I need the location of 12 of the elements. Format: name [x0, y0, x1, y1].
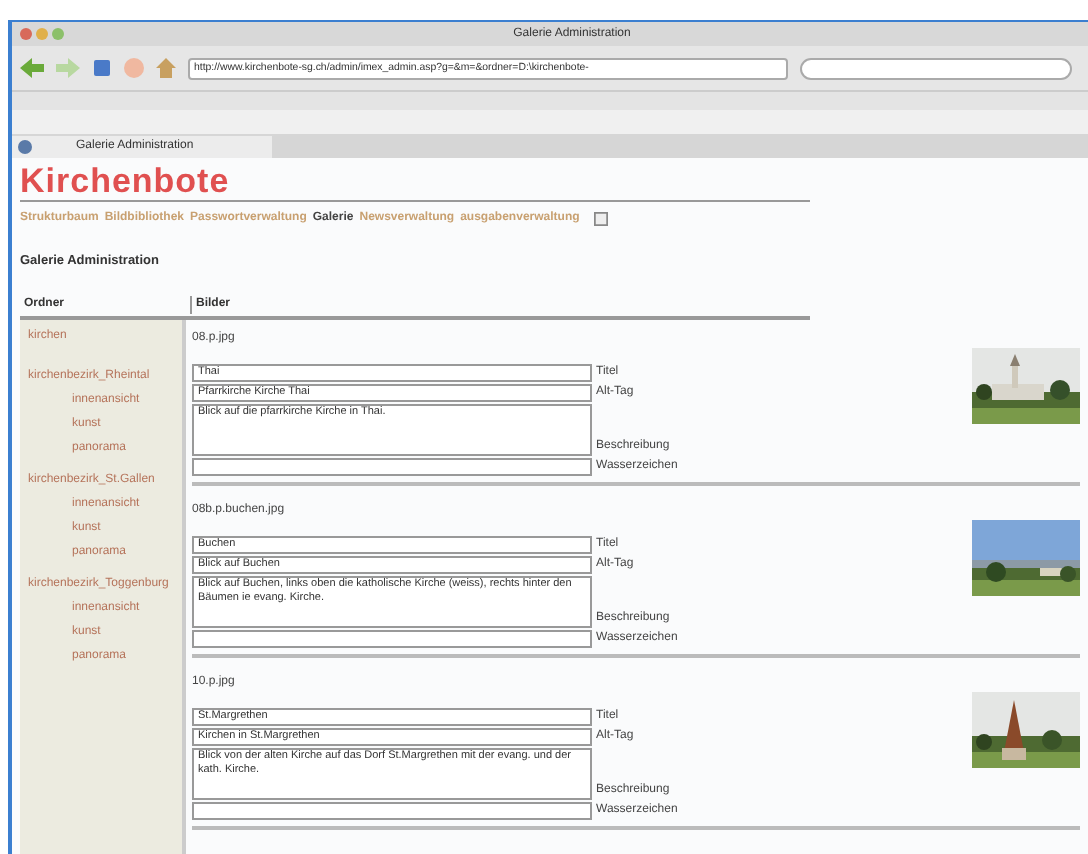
close-icon[interactable] [20, 28, 32, 40]
site-logo: Kirchenbote [20, 164, 232, 200]
globe-icon [18, 140, 32, 154]
zoom-icon[interactable] [52, 28, 64, 40]
search-field[interactable] [800, 57, 1072, 79]
back-icon[interactable] [20, 58, 44, 78]
watermark-field[interactable] [192, 457, 592, 476]
watermark-field[interactable] [192, 801, 592, 820]
home-icon[interactable] [156, 58, 176, 78]
minimize-icon[interactable] [36, 28, 48, 40]
watermark-field[interactable] [192, 629, 592, 648]
forward-icon[interactable] [56, 58, 80, 78]
